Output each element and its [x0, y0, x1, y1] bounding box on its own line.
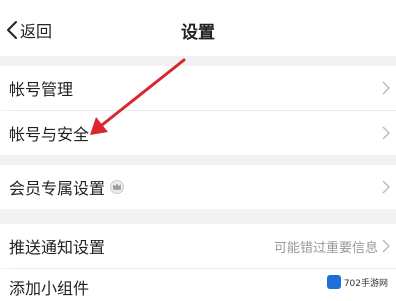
watermark: 702手游网 [326, 275, 388, 289]
chevron-right-icon [382, 239, 390, 253]
crown-icon [110, 180, 124, 194]
row-label: 会员专属设置 [9, 179, 106, 198]
row-label: 推送通知设置 [9, 238, 106, 257]
row-label: 帐号与安全 [9, 125, 90, 144]
page-title: 设置 [181, 23, 215, 43]
row-label: 帐号管理 [9, 80, 74, 99]
settings-row-account-security[interactable]: 帐号与安全 [0, 111, 396, 155]
chevron-right-icon [382, 81, 390, 95]
watermark-logo-icon [326, 275, 341, 289]
chevron-right-icon [382, 180, 390, 194]
watermark-text: 702手游网 [343, 278, 388, 289]
nav-header: 返回 设置 [0, 0, 396, 56]
settings-row-member-settings[interactable]: 会员专属设置 [0, 165, 396, 209]
settings-row-account-management[interactable]: 帐号管理 [0, 66, 396, 110]
row-label: 添加小组件 [9, 279, 90, 298]
row-value: 可能错过重要信息 [273, 240, 378, 256]
chevron-right-icon [382, 126, 390, 140]
settings-row-push-notifications[interactable]: 推送通知设置 可能错过重要信息 [0, 224, 396, 268]
